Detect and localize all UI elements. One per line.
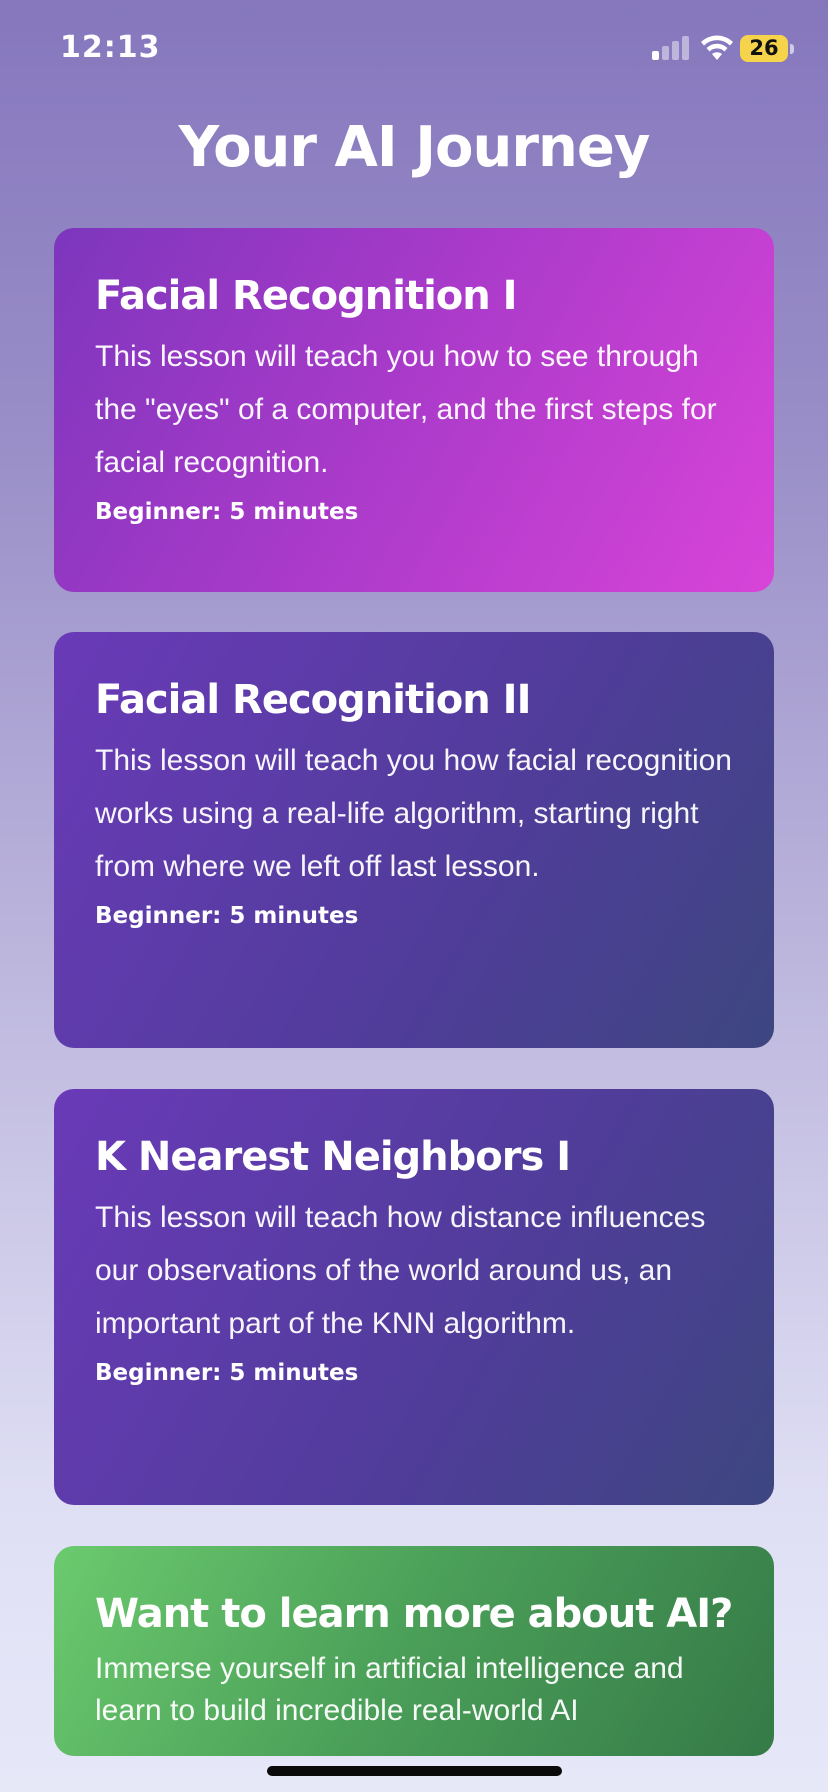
promo-description: Immerse yourself in artificial intellige… bbox=[95, 1652, 684, 1727]
lesson-card-facial-recognition-1[interactable]: Facial Recognition I This lesson will te… bbox=[54, 228, 774, 592]
home-indicator[interactable] bbox=[267, 1766, 562, 1776]
lesson-description: This lesson will teach you how to see th… bbox=[95, 340, 717, 479]
lesson-title: Facial Recognition I bbox=[95, 273, 518, 319]
lesson-title: K Nearest Neighbors I bbox=[95, 1134, 571, 1180]
lesson-duration: Beginner: 5 minutes bbox=[95, 499, 359, 525]
status-bar: 12:13 26 bbox=[0, 0, 828, 100]
lesson-title: Facial Recognition II bbox=[95, 677, 531, 723]
lesson-description: This lesson will teach you how facial re… bbox=[95, 744, 732, 883]
lesson-duration: Beginner: 5 minutes bbox=[95, 903, 359, 929]
signal-icon bbox=[652, 36, 690, 60]
battery-icon: 26 bbox=[740, 35, 794, 62]
wifi-icon bbox=[700, 34, 734, 62]
lesson-card-knn-1[interactable]: K Nearest Neighbors I This lesson will t… bbox=[54, 1089, 774, 1505]
status-time: 12:13 bbox=[60, 30, 161, 65]
lesson-card-facial-recognition-2[interactable]: Facial Recognition II This lesson will t… bbox=[54, 632, 774, 1048]
page-title: Your AI Journey bbox=[178, 115, 651, 180]
promo-card-learn-more[interactable]: Want to learn more about AI? Immerse you… bbox=[54, 1546, 774, 1756]
promo-title: Want to learn more about AI? bbox=[95, 1591, 733, 1637]
lesson-description: This lesson will teach how distance infl… bbox=[95, 1201, 706, 1340]
lesson-duration: Beginner: 5 minutes bbox=[95, 1360, 359, 1386]
